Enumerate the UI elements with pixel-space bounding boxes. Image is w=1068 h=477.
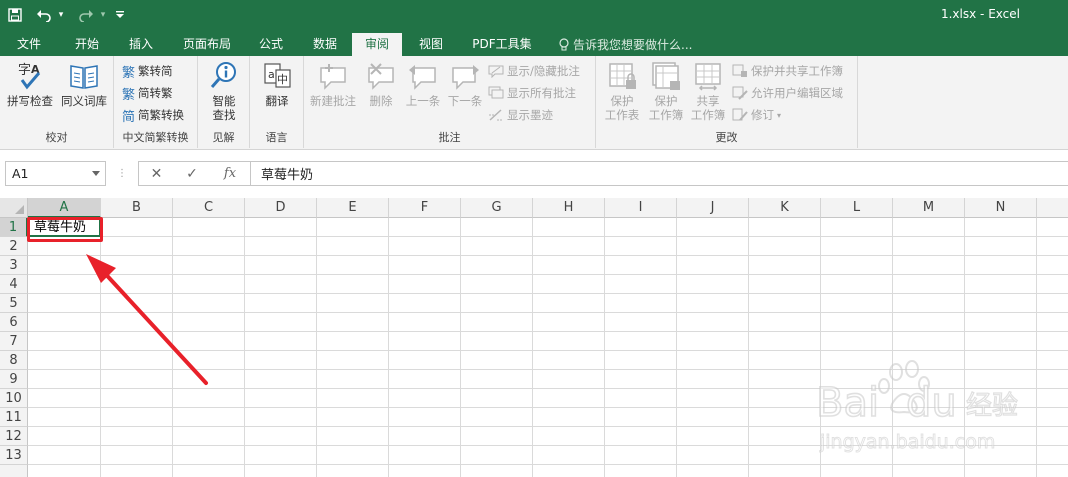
svg-text:经验: 经验 (966, 391, 1018, 421)
svg-text:du: du (906, 380, 957, 426)
svg-text:jingyan.baidu.com: jingyan.baidu.com (819, 431, 995, 453)
svg-text:Bai: Bai (816, 380, 879, 426)
baidu-watermark: Bai du 经验 jingyan.baidu.com (816, 360, 1019, 453)
